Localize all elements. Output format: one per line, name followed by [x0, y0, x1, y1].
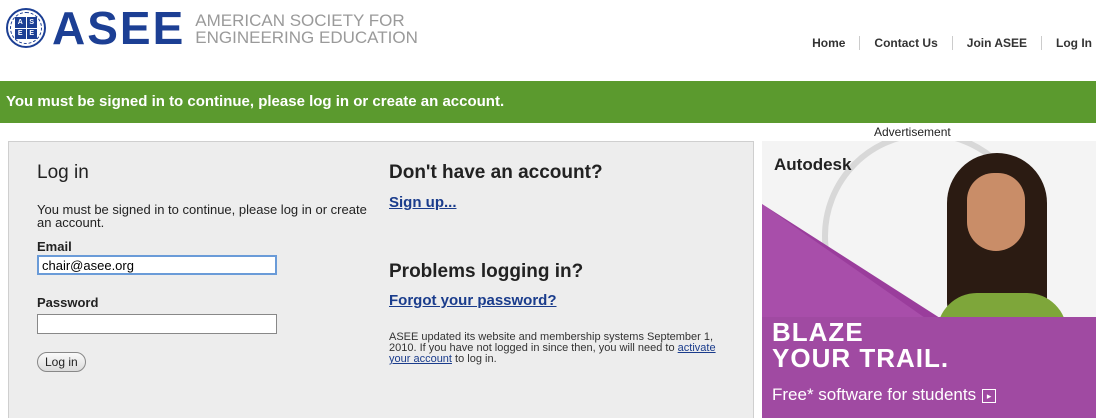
signin-required-banner: You must be signed in to continue, pleas…: [0, 81, 1096, 123]
ad-headline: BLAZE YOUR TRAIL.: [772, 317, 950, 373]
arrow-right-icon: ▸: [982, 389, 997, 403]
email-field[interactable]: [37, 255, 277, 275]
password-label: Password: [37, 295, 99, 310]
asee-logo[interactable]: ASEE ASEE AMERICAN SOCIETY FOR ENGINEERI…: [6, 2, 418, 54]
migration-note: ASEE updated its website and membership …: [389, 331, 716, 365]
signup-link[interactable]: Sign up...: [389, 194, 457, 211]
top-nav: Home Contact Us Join ASEE Log In: [798, 36, 1096, 50]
nav-join-asee[interactable]: Join ASEE: [951, 36, 1041, 50]
nav-contact-us[interactable]: Contact Us: [859, 36, 951, 50]
brand-name: ASEE: [52, 2, 186, 54]
brand-subtitle: AMERICAN SOCIETY FOR ENGINEERING EDUCATI…: [195, 11, 418, 47]
login-button[interactable]: Log in: [37, 352, 86, 372]
autodesk-ad[interactable]: Autodesk BLAZE YOUR TRAIL. Free* softwar…: [762, 141, 1096, 418]
nav-home[interactable]: Home: [798, 36, 859, 50]
login-intro: You must be signed in to continue, pleas…: [37, 202, 367, 230]
advertisement-label: Advertisement: [874, 125, 951, 139]
email-label: Email: [37, 239, 72, 254]
asee-seal-icon: ASEE: [6, 8, 46, 48]
ad-tagline[interactable]: Free* software for students ▸: [772, 385, 997, 405]
problems-title: Problems logging in?: [389, 261, 584, 282]
signup-title: Don't have an account?: [389, 162, 603, 183]
login-title: Log in: [37, 162, 89, 183]
forgot-password-link[interactable]: Forgot your password?: [389, 292, 557, 309]
password-field[interactable]: [37, 314, 277, 334]
autodesk-logo: Autodesk: [774, 155, 852, 174]
nav-log-in[interactable]: Log In: [1041, 36, 1096, 50]
login-panel: Log in You must be signed in to continue…: [8, 141, 754, 418]
